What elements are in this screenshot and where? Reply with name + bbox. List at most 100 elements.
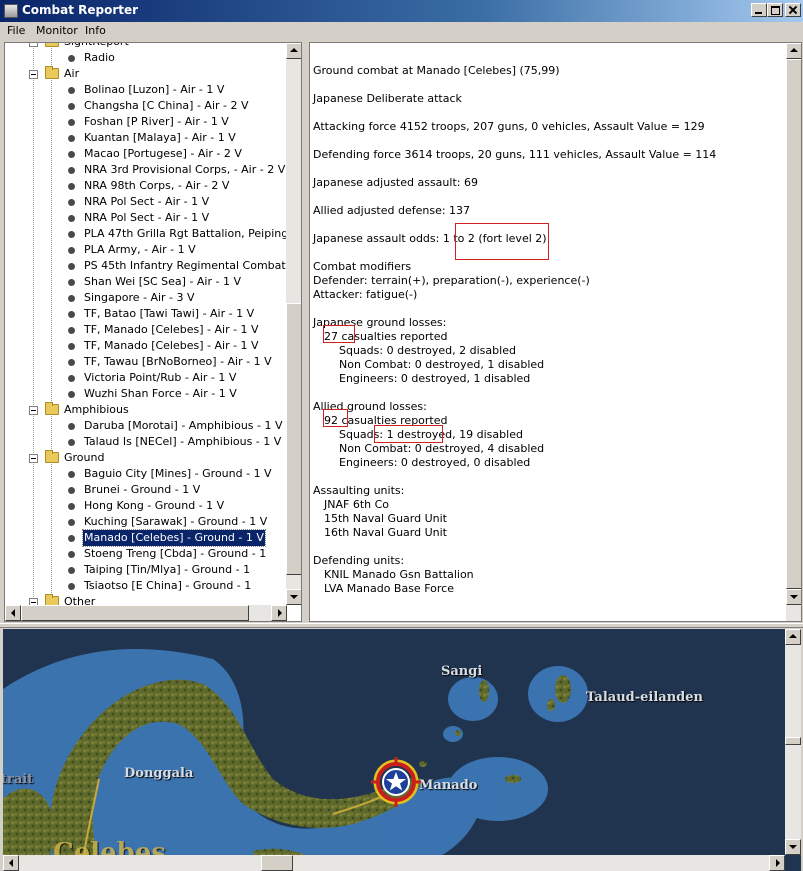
- report-line: Non Combat: 0 destroyed, 4 disabled: [339, 442, 545, 455]
- scroll-thumb[interactable]: [261, 855, 293, 871]
- report-bullet-icon: [68, 391, 75, 398]
- tree-category[interactable]: Ground: [5, 450, 287, 466]
- collapse-toggle-icon[interactable]: [29, 406, 38, 415]
- tree-horizontal-scrollbar[interactable]: [5, 605, 287, 621]
- tree-category-label: Ground: [64, 451, 105, 464]
- collapse-toggle-icon[interactable]: [29, 70, 38, 79]
- scroll-up-button[interactable]: [785, 629, 801, 645]
- tree-item[interactable]: Kuching [Sarawak] - Ground - 1 V: [5, 514, 287, 530]
- scroll-down-button[interactable]: [286, 589, 301, 605]
- tree-category[interactable]: SightReport: [5, 43, 287, 50]
- tree-item[interactable]: Stoeng Treng [Cbda] - Ground - 1: [5, 546, 287, 562]
- scroll-right-button[interactable]: [769, 855, 785, 871]
- tree-vertical-scrollbar[interactable]: [286, 43, 301, 605]
- report-line: Japanese adjusted assault: 69: [313, 176, 478, 189]
- tree-item[interactable]: Shan Wei [SC Sea] - Air - 1 V: [5, 274, 287, 290]
- map-vertical-scrollbar[interactable]: [785, 629, 801, 855]
- report-bullet-icon: [68, 359, 75, 366]
- tree-item-label: TF, Tawau [BrNoBorneo] - Air - 1 V: [84, 355, 272, 368]
- map-label-donggala: Donggala: [124, 766, 194, 781]
- report-line: Ground combat at Manado [Celebes] (75,99…: [313, 64, 560, 77]
- minimize-button[interactable]: [751, 3, 767, 17]
- report-vertical-scrollbar[interactable]: [786, 43, 801, 621]
- tree-item-label: Shan Wei [SC Sea] - Air - 1 V: [84, 275, 241, 288]
- tree-item[interactable]: TF, Batao [Tawi Tawi] - Air - 1 V: [5, 306, 287, 322]
- maximize-button[interactable]: [767, 3, 783, 17]
- tree-category-label: SightReport: [64, 43, 129, 50]
- menu-info[interactable]: Info: [85, 24, 106, 37]
- tree-item[interactable]: NRA Pol Sect - Air - 1 V: [5, 210, 287, 226]
- tree-item[interactable]: Tsiaotso [E China] - Ground - 1: [5, 578, 287, 594]
- tree-item[interactable]: Brunei - Ground - 1 V: [5, 482, 287, 498]
- report-tree: SightReportRadio Air Bolinao [Luzon] - Air…: [4, 42, 302, 622]
- tree-item[interactable]: Foshan [P River] - Air - 1 V: [5, 114, 287, 130]
- tree-item[interactable]: Manado [Celebes] - Ground - 1 V: [5, 529, 287, 547]
- arrow-left-icon: [11, 609, 15, 617]
- tree-item[interactable]: NRA 3rd Provisional Corps, - Air - 2 V: [5, 162, 287, 178]
- tree-item[interactable]: TF, Tawau [BrNoBorneo] - Air - 1 V: [5, 354, 287, 370]
- close-button[interactable]: [785, 3, 801, 17]
- tree-item-label: Bolinao [Luzon] - Air - 1 V: [84, 83, 225, 96]
- report-line: Non Combat: 0 destroyed, 1 disabled: [339, 358, 545, 371]
- tree-item[interactable]: TF, Manado [Celebes] - Air - 1 V: [5, 338, 287, 354]
- tree-item[interactable]: Hong Kong - Ground - 1 V: [5, 498, 287, 514]
- tree-item[interactable]: TF, Manado [Celebes] - Air - 1 V: [5, 322, 287, 338]
- map-view[interactable]: Sangi Talaud-eilanden Donggala Manado tr…: [3, 629, 801, 871]
- tree-item[interactable]: Bolinao [Luzon] - Air - 1 V: [5, 82, 287, 98]
- scroll-thumb[interactable]: [21, 605, 249, 621]
- report-line: JNAF 6th Co: [324, 498, 390, 511]
- tree-item-label: Kuantan [Malaya] - Air - 1 V: [84, 131, 236, 144]
- scroll-left-button[interactable]: [3, 855, 19, 871]
- tree-item[interactable]: Changsha [C China] - Air - 2 V: [5, 98, 287, 114]
- tree-item[interactable]: PLA 47th Grilla Rgt Battalion, Peiping […: [5, 226, 287, 242]
- tree-item[interactable]: PLA Army, - Air - 1 V: [5, 242, 287, 258]
- tree-item[interactable]: PS 45th Infantry Regimental Combat Team: [5, 258, 287, 274]
- report-bullet-icon: [68, 87, 75, 94]
- tree-item[interactable]: Victoria Point/Rub - Air - 1 V: [5, 370, 287, 386]
- map-horizontal-scrollbar[interactable]: [3, 855, 785, 871]
- collapse-toggle-icon[interactable]: [29, 454, 38, 463]
- tree-category[interactable]: Amphibious: [5, 402, 287, 418]
- tree-item[interactable]: NRA Pol Sect - Air - 1 V: [5, 194, 287, 210]
- tree-item[interactable]: Daruba [Morotai] - Amphibious - 1 V: [5, 418, 287, 434]
- report-bullet-icon: [68, 583, 75, 590]
- scroll-down-button[interactable]: [785, 839, 801, 855]
- tree-item[interactable]: Radio: [5, 50, 287, 66]
- scroll-thumb[interactable]: [286, 303, 301, 575]
- tree-item[interactable]: Talaud Is [NECel] - Amphibious - 1 V: [5, 434, 287, 450]
- scroll-up-button[interactable]: [286, 43, 301, 59]
- scroll-up-button[interactable]: [786, 43, 801, 59]
- tree-item[interactable]: Macao [Portugese] - Air - 2 V: [5, 146, 287, 162]
- collapse-toggle-icon[interactable]: [29, 43, 38, 47]
- highlight-box-fort-level: [455, 223, 549, 260]
- report-bullet-icon: [68, 151, 75, 158]
- tree-item[interactable]: Singapore - Air - 3 V: [5, 290, 287, 306]
- report-line: Attacker: fatigue(-): [313, 288, 418, 301]
- scroll-down-button[interactable]: [786, 589, 801, 605]
- tree-item-label: Kuching [Sarawak] - Ground - 1 V: [84, 515, 268, 528]
- arrow-down-icon: [290, 595, 298, 599]
- tree-item[interactable]: Kuantan [Malaya] - Air - 1 V: [5, 130, 287, 146]
- base-target-icon[interactable]: [371, 757, 421, 807]
- report-line: 16th Naval Guard Unit: [324, 526, 447, 539]
- tree-item-label: Stoeng Treng [Cbda] - Ground - 1: [84, 547, 267, 560]
- tree-category-label: Amphibious: [64, 403, 129, 416]
- split-pane-divider[interactable]: [0, 623, 803, 628]
- report-bullet-icon: [68, 343, 75, 350]
- tree-category[interactable]: Air: [5, 66, 287, 82]
- scroll-thumb[interactable]: [786, 59, 801, 589]
- report-bullet-icon: [68, 55, 75, 62]
- tree-item[interactable]: Baguio City [Mines] - Ground - 1 V: [5, 466, 287, 482]
- report-bullet-icon: [68, 183, 75, 190]
- tree-item-label: Tsiaotso [E China] - Ground - 1: [84, 579, 252, 592]
- scroll-thumb[interactable]: [785, 737, 801, 745]
- scroll-right-button[interactable]: [271, 605, 287, 621]
- scroll-left-button[interactable]: [5, 605, 21, 621]
- tree-item-label: Singapore - Air - 3 V: [84, 291, 195, 304]
- tree-item[interactable]: NRA 98th Corps, - Air - 2 V: [5, 178, 287, 194]
- arrow-left-icon: [9, 859, 13, 867]
- menu-file[interactable]: File: [7, 24, 25, 37]
- menu-monitor[interactable]: Monitor: [36, 24, 78, 37]
- tree-item[interactable]: Taiping [Tin/Mlya] - Ground - 1: [5, 562, 287, 578]
- tree-item[interactable]: Wuzhi Shan Force - Air - 1 V: [5, 386, 287, 402]
